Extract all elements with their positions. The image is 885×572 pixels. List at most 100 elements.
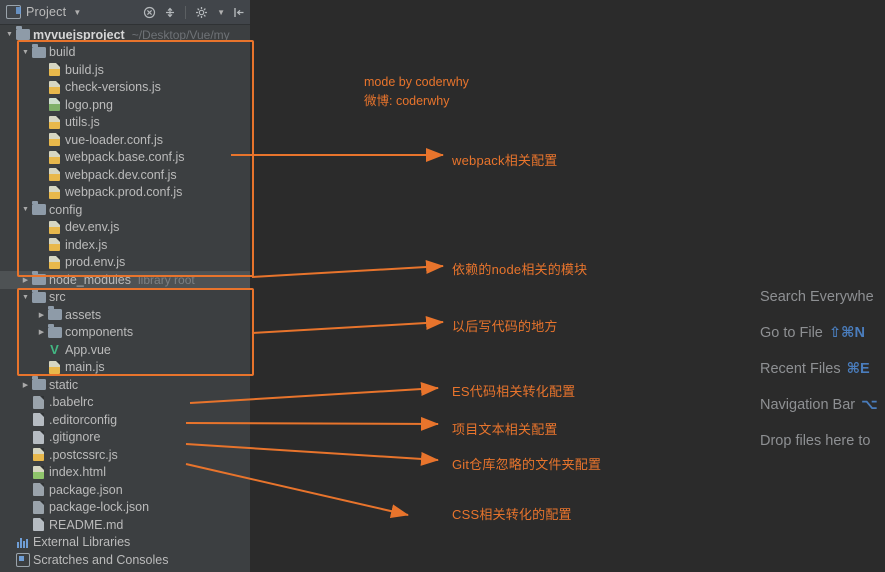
json-file-icon	[31, 482, 46, 497]
tree-node-label: check-versions.js	[65, 80, 161, 95]
project-path: ~/Desktop/Vue/my	[131, 27, 230, 42]
twisty-expanded-icon[interactable]: ▼	[4, 29, 15, 40]
tree-node-label: utils.js	[65, 115, 100, 130]
tree-node-label: dev.env.js	[65, 220, 120, 235]
hint-shortcut: ⌥	[861, 397, 878, 413]
tree-row[interactable]: .babelrc	[0, 394, 250, 412]
tree-node-label: assets	[65, 307, 102, 322]
tree-row[interactable]: ▼ src	[0, 288, 250, 307]
tree-row[interactable]: ▶ components	[0, 323, 250, 342]
tree-row[interactable]: dev.env.js	[0, 219, 250, 237]
project-tab[interactable]: Project ▼	[0, 5, 81, 19]
tree-row[interactable]: .postcssrc.js	[0, 446, 250, 464]
tree-row[interactable]: V App.vue	[0, 341, 250, 359]
tree-row[interactable]: prod.env.js	[0, 254, 250, 272]
tree-node-label: src	[49, 290, 66, 305]
ide-window: Search Everywhe Go to File ⇧⌘N Recent Fil…	[0, 0, 885, 572]
tree-row[interactable]: build.js	[0, 61, 250, 79]
tree-node-label: logo.png	[65, 97, 113, 112]
tree-row[interactable]: check-versions.js	[0, 79, 250, 97]
twisty-collapsed-icon[interactable]	[4, 537, 15, 548]
chevron-down-icon[interactable]: ▼	[73, 8, 81, 17]
tree-node-label: App.vue	[65, 342, 111, 357]
tree-row[interactable]: logo.png	[0, 96, 250, 114]
tree-node-label: myvuejsproject	[33, 27, 125, 42]
tree-node-label: vue-loader.conf.js	[65, 132, 163, 147]
hint-label: Go to File	[760, 325, 823, 341]
editor-hint-row: Recent Files ⌘E	[760, 360, 885, 378]
scratches-icon	[15, 552, 30, 567]
tree-node-label: .gitignore	[49, 430, 101, 445]
tree-row[interactable]: ▶ assets	[0, 306, 250, 324]
json-file-icon	[31, 395, 46, 410]
text-file-icon	[31, 430, 46, 445]
twisty-expanded-icon[interactable]: ▼	[20, 47, 31, 58]
json-file-icon	[31, 500, 46, 515]
twisty-collapsed-icon[interactable]: ▶	[20, 379, 31, 390]
tool-window-title: Project	[26, 5, 67, 19]
tree-row[interactable]: .gitignore	[0, 429, 250, 447]
tool-window-header: Project ▼ ▼	[0, 0, 250, 25]
tree-row[interactable]: ▶ node_modules library root	[0, 271, 250, 289]
tree-row[interactable]: webpack.dev.conf.js	[0, 166, 250, 184]
tree-row[interactable]: index.js	[0, 236, 250, 254]
twisty-collapsed-icon[interactable]	[4, 554, 15, 565]
twisty-collapsed-icon[interactable]: ▶	[36, 309, 47, 320]
js-file-icon	[47, 360, 62, 375]
js-file-icon	[47, 62, 62, 77]
tree-row-scratches[interactable]: Scratches and Consoles	[0, 551, 250, 569]
image-file-icon	[47, 97, 62, 112]
tree-node-label: README.md	[49, 517, 124, 532]
settings-chevron-down-icon[interactable]: ▼	[217, 8, 225, 17]
text-file-icon	[31, 412, 46, 427]
tree-row[interactable]: ▶ static	[0, 376, 250, 394]
folder-icon	[31, 376, 46, 392]
twisty-expanded-icon[interactable]: ▼	[20, 292, 31, 303]
tree-row[interactable]: webpack.prod.conf.js	[0, 184, 250, 202]
folder-icon	[15, 26, 30, 42]
tree-node-label: External Libraries	[33, 535, 131, 550]
folder-icon	[31, 43, 46, 60]
tree-row[interactable]: package.json	[0, 481, 250, 499]
js-file-icon	[31, 447, 46, 462]
tree-node-label: package.json	[49, 482, 123, 497]
twisty-collapsed-icon[interactable]: ▶	[20, 274, 31, 285]
tree-row-root[interactable]: ▼ myvuejsproject ~/Desktop/Vue/my	[0, 26, 250, 44]
twisty-collapsed-icon[interactable]: ▶	[36, 327, 47, 338]
scroll-from-source-icon[interactable]	[163, 5, 177, 19]
tree-row-external-libraries[interactable]: External Libraries	[0, 534, 250, 552]
tree-row[interactable]: webpack.base.conf.js	[0, 149, 250, 167]
external-libraries-icon	[15, 535, 30, 550]
hide-panel-icon[interactable]	[232, 5, 246, 19]
js-file-icon	[47, 220, 62, 235]
hint-shortcut: ⇧⌘N	[828, 325, 865, 341]
tree-row[interactable]: .editorconfig	[0, 411, 250, 429]
folder-icon	[31, 201, 46, 217]
settings-gear-icon[interactable]	[194, 5, 208, 19]
tree-node-label: .babelrc	[49, 395, 94, 410]
tree-row[interactable]: ▼ config	[0, 201, 250, 219]
tree-row[interactable]: main.js	[0, 359, 250, 377]
tree-row[interactable]: README.md	[0, 516, 250, 534]
hint-shortcut: ⌘E	[846, 361, 870, 377]
tree-row[interactable]: index.html	[0, 464, 250, 482]
tree-row[interactable]: package-lock.json	[0, 499, 250, 517]
tree-node-label: Scratches and Consoles	[33, 552, 169, 567]
tree-node-label: .editorconfig	[49, 412, 118, 427]
twisty-expanded-icon[interactable]: ▼	[20, 204, 31, 215]
tree-row[interactable]: ▼ build	[0, 43, 250, 62]
tree-row[interactable]: vue-loader.conf.js	[0, 131, 250, 149]
tree-row[interactable]: utils.js	[0, 114, 250, 132]
collapse-all-icon[interactable]	[142, 5, 156, 19]
folder-icon	[47, 306, 62, 322]
editor-empty-area: Search Everywhe Go to File ⇧⌘N Recent Fil…	[250, 0, 885, 572]
